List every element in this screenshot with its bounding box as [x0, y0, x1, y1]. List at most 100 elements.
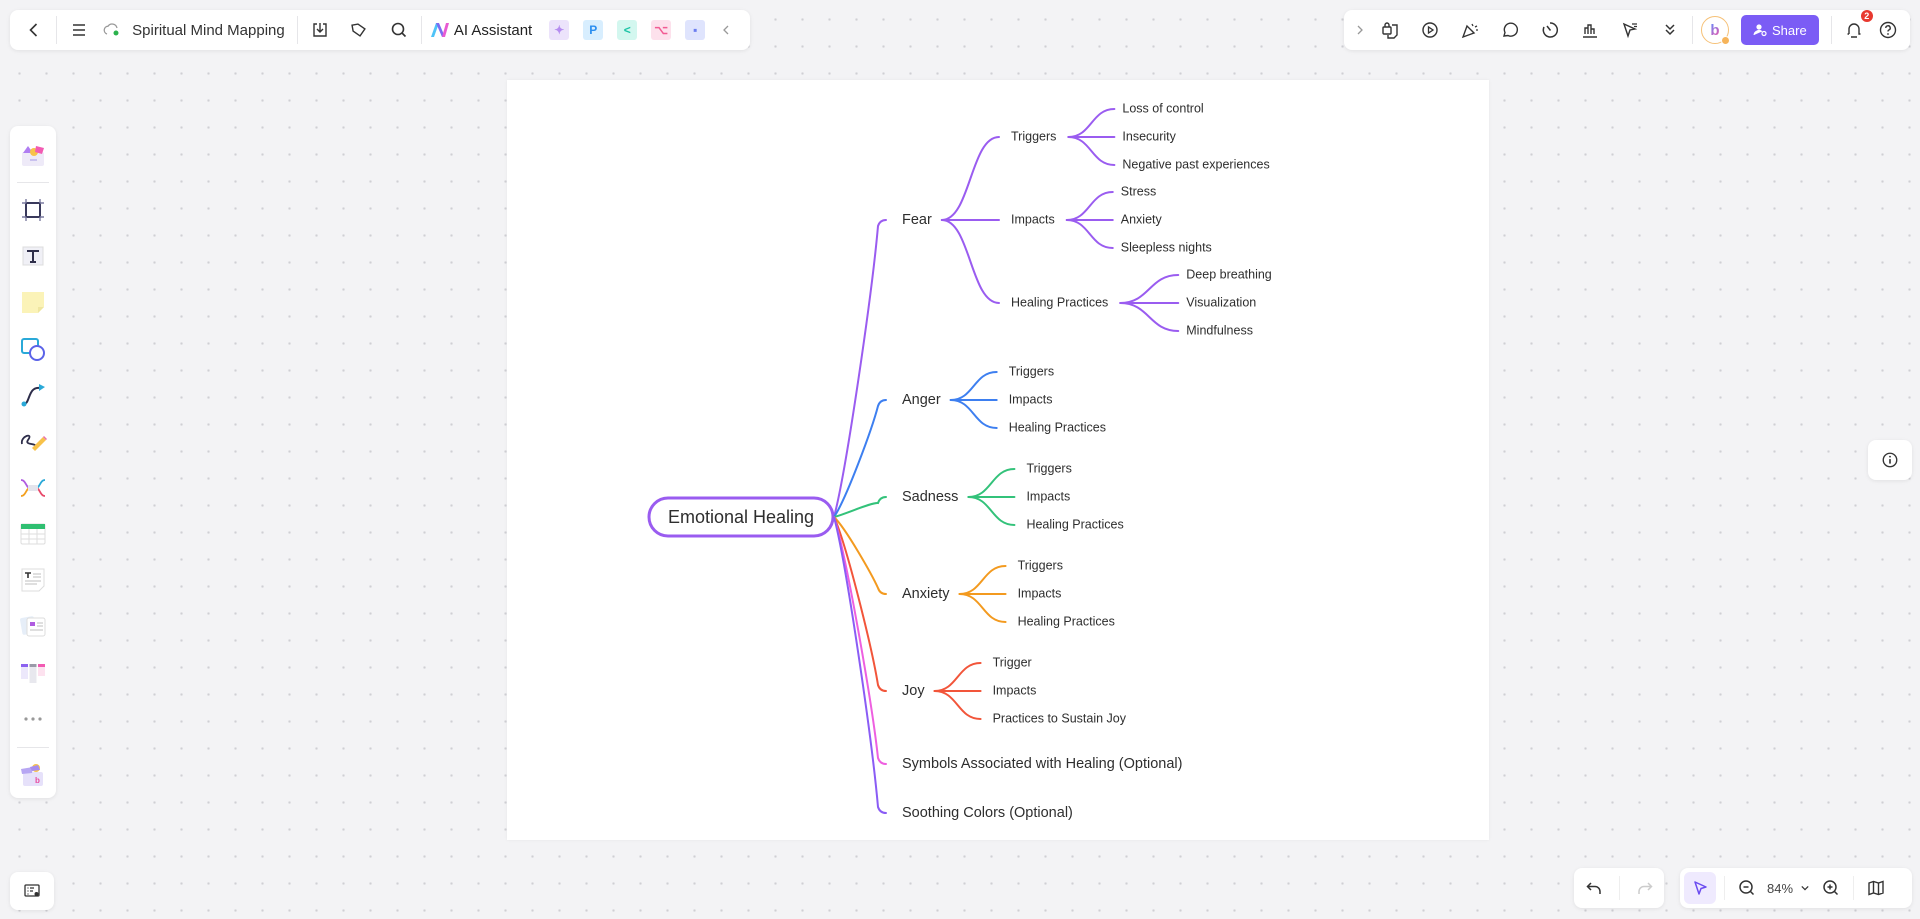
table-tool[interactable] — [15, 516, 51, 551]
templates-icon — [22, 145, 44, 166]
info-icon — [1882, 452, 1898, 468]
leaf-node[interactable]: Insecurity — [1122, 129, 1176, 143]
zoom-out-button[interactable] — [1733, 874, 1761, 902]
zoom-in-button[interactable] — [1817, 874, 1845, 902]
sadness-sub-node[interactable]: Impacts — [1026, 489, 1070, 503]
fear-sub-impacts[interactable]: Impacts — [1011, 212, 1055, 226]
joy-sub-node[interactable]: Practices to Sustain Joy — [993, 711, 1127, 725]
shapes-tool[interactable] — [15, 331, 51, 366]
mindmap-app-button[interactable]: < — [617, 20, 638, 40]
select-tool-button[interactable] — [1684, 872, 1716, 904]
outline-view-button[interactable] — [10, 872, 54, 910]
info-button[interactable] — [1868, 440, 1912, 480]
branch-anger[interactable]: Anger — [902, 392, 941, 408]
canvas-page[interactable] — [507, 80, 1489, 840]
leaf-node[interactable]: Anxiety — [1121, 212, 1163, 226]
search-button[interactable] — [385, 16, 413, 44]
flowchart-app-button[interactable]: ⌥ — [651, 20, 672, 40]
branch-anxiety[interactable]: Anxiety — [902, 586, 950, 602]
cloud-synced-icon — [103, 23, 119, 36]
templates-button[interactable] — [15, 137, 51, 172]
sticky-note-tool[interactable] — [15, 285, 51, 320]
chart-button[interactable] — [1576, 16, 1604, 44]
cards-tool[interactable] — [15, 609, 51, 644]
avatar-status-icon — [1721, 36, 1730, 45]
download-button[interactable] — [306, 16, 334, 44]
anxiety-sub-node[interactable]: Healing Practices — [1018, 614, 1115, 628]
zoom-level-dropdown[interactable] — [1797, 874, 1813, 902]
branch-fear[interactable]: Fear — [902, 212, 932, 228]
branch-joy[interactable]: Joy — [902, 683, 925, 699]
celebrate-icon — [1461, 23, 1478, 39]
apps-box-button[interactable]: b — [15, 757, 51, 792]
anxiety-sub-node[interactable]: Impacts — [1018, 586, 1062, 600]
divider — [1724, 876, 1725, 900]
minimap-button[interactable] — [1862, 874, 1890, 902]
more-tools-button[interactable] — [15, 701, 51, 736]
leaf-node[interactable]: Loss of control — [1122, 101, 1203, 115]
fear-sub-healing-practices[interactable]: Healing Practices — [1011, 295, 1108, 309]
frame-tool[interactable] — [15, 192, 51, 227]
zoom-in-icon — [1823, 880, 1839, 896]
leaf-node[interactable]: Mindfulness — [1186, 323, 1253, 337]
ai-assistant-button[interactable]: AI Assistant — [430, 10, 532, 50]
mindmap-tool[interactable] — [15, 470, 51, 505]
expand-toolbar-button[interactable] — [1350, 16, 1370, 44]
leaf-node[interactable]: Sleepless nights — [1121, 240, 1212, 254]
anxiety-sub-node[interactable]: Triggers — [1018, 558, 1063, 572]
share-button[interactable]: Share — [1741, 15, 1819, 45]
presentation-app-button[interactable]: P — [583, 20, 604, 40]
leaf-node[interactable]: Stress — [1121, 184, 1156, 198]
download-icon — [312, 23, 327, 37]
document-title[interactable]: Spiritual Mind Mapping — [132, 22, 285, 39]
text-tool[interactable] — [15, 239, 51, 274]
back-button[interactable] — [20, 16, 48, 44]
root-node-label[interactable]: Emotional Healing — [668, 507, 814, 527]
play-presentation-icon — [1422, 22, 1438, 38]
divider — [296, 16, 298, 44]
branch-soothing[interactable]: Soothing Colors (Optional) — [902, 805, 1073, 821]
connector-tool[interactable] — [15, 377, 51, 412]
sadness-sub-node[interactable]: Triggers — [1026, 461, 1071, 475]
help-button[interactable] — [1874, 16, 1902, 44]
pen-tool[interactable] — [15, 424, 51, 459]
branch-sadness[interactable]: Sadness — [902, 489, 958, 505]
chart-icon — [1583, 24, 1597, 38]
menu-button[interactable] — [65, 16, 93, 44]
notifications-button[interactable]: 2 — [1840, 10, 1873, 44]
chat-app-button[interactable]: ▪ — [685, 20, 706, 40]
fear-sub-triggers[interactable]: Triggers — [1011, 129, 1056, 143]
undo-button[interactable] — [1580, 874, 1608, 902]
leaf-node[interactable]: Visualization — [1186, 295, 1256, 309]
connector-icon — [21, 384, 45, 407]
zoom-out-icon — [1739, 880, 1755, 896]
cursor-filter-button[interactable] — [1616, 16, 1644, 44]
divider — [55, 16, 57, 44]
ai-image-app-button[interactable]: ✦ — [549, 20, 570, 40]
celebrate-button[interactable] — [1456, 16, 1484, 44]
text-document-tool[interactable] — [15, 563, 51, 598]
divider — [17, 182, 49, 184]
lock-page-button[interactable] — [1376, 16, 1404, 44]
kanban-tool[interactable] — [15, 655, 51, 690]
divider — [1618, 876, 1620, 900]
present-button[interactable] — [1416, 16, 1444, 44]
sadness-sub-node[interactable]: Healing Practices — [1026, 517, 1123, 531]
leaf-node[interactable]: Negative past experiences — [1122, 157, 1269, 171]
comment-button[interactable] — [1496, 16, 1524, 44]
anger-sub-node[interactable]: Impacts — [1009, 392, 1053, 406]
anger-sub-node[interactable]: Healing Practices — [1009, 420, 1106, 434]
leaf-node[interactable]: Deep breathing — [1186, 267, 1272, 281]
more-tools-button[interactable] — [1656, 16, 1684, 44]
svg-text:b: b — [35, 776, 40, 785]
timer-button[interactable] — [1536, 16, 1564, 44]
joy-sub-node[interactable]: Trigger — [993, 655, 1032, 669]
tag-button[interactable] — [345, 16, 373, 44]
user-avatar[interactable]: b — [1701, 16, 1730, 45]
branch-symbols[interactable]: Symbols Associated with Healing (Optiona… — [902, 756, 1182, 772]
collapse-toolbar-button[interactable] — [712, 16, 740, 44]
anger-sub-node[interactable]: Triggers — [1009, 364, 1054, 378]
redo-button[interactable] — [1631, 874, 1659, 902]
frame-icon — [22, 198, 44, 221]
joy-sub-node[interactable]: Impacts — [993, 683, 1037, 697]
